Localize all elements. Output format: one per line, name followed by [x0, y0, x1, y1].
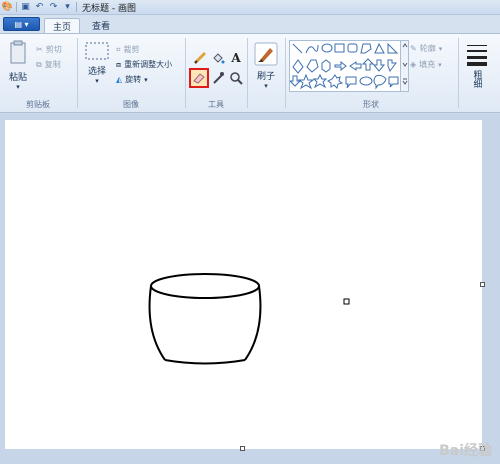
cut-label: 剪切: [45, 45, 62, 54]
fill-icon: ◈: [410, 60, 417, 69]
shapes-gallery-grid: [288, 42, 399, 90]
clipboard-group: 粘贴 ▾ ✂ 剪切 ⧉ 复制 剪贴板: [0, 36, 76, 112]
chevron-down-icon: ▾: [95, 77, 99, 85]
shapes-group-label: 形状: [363, 100, 379, 109]
tab-view[interactable]: 查看: [84, 18, 118, 33]
crop-label: 裁剪: [123, 45, 140, 54]
tools-group: A 工具: [186, 36, 246, 112]
watermark-logo: Bai经验: [439, 443, 492, 459]
separator: [458, 38, 459, 108]
text-tool-icon[interactable]: A: [228, 50, 244, 66]
shapes-gallery[interactable]: [288, 40, 401, 92]
rotate-icon: ◭: [116, 75, 123, 84]
canvas-resize-handle-right[interactable]: [480, 282, 485, 287]
chevron-down-icon: ▾: [438, 44, 443, 53]
drawn-bowl: [148, 273, 350, 365]
line-thickness-icon: [467, 45, 487, 66]
ribbon: 粘贴 ▾ ✂ 剪切 ⧉ 复制 剪贴板 选择 ▾ ⌗ 裁剪 ⧈ 重新调整大小 ◭ …: [0, 33, 500, 113]
resize-label: 重新调整大小: [124, 60, 173, 69]
select-button[interactable]: 选择 ▾: [82, 42, 112, 85]
copy-label: 复制: [44, 60, 61, 69]
window-title: 无标题 - 画图: [82, 3, 136, 14]
drawing-canvas[interactable]: [5, 120, 482, 449]
paste-icon: [10, 40, 26, 64]
resize-button[interactable]: ⧈ 重新调整大小: [116, 59, 172, 70]
file-menu-button[interactable]: ▤ ▾: [3, 17, 40, 31]
brushes-group: 刷子 ▾: [248, 36, 284, 112]
outline-label: 轮廓: [419, 44, 436, 53]
fill-bucket-icon[interactable]: [210, 50, 226, 66]
redo-icon[interactable]: ↷: [48, 2, 59, 13]
clipboard-group-label: 剪贴板: [26, 100, 50, 109]
fill-label: 填充: [419, 60, 436, 69]
separator: [76, 2, 77, 12]
cut-button[interactable]: ✂ 剪切: [36, 44, 62, 55]
title-bar: 🎨 ▣ ↶ ↷ ▾ 无标题 - 画图: [0, 0, 500, 15]
tools-group-label: 工具: [208, 100, 224, 109]
outline-icon: ✎: [410, 44, 417, 53]
chevron-down-icon: ▾: [438, 60, 442, 69]
customize-quick-access-icon[interactable]: ▾: [62, 2, 73, 13]
app-icon[interactable]: 🎨: [2, 2, 13, 13]
paste-button[interactable]: 粘贴 ▾: [6, 40, 30, 91]
crop-icon: ⌗: [116, 44, 121, 54]
magnifier-icon[interactable]: [228, 70, 244, 86]
eraser-icon[interactable]: [189, 68, 209, 88]
save-icon[interactable]: ▣: [20, 2, 31, 13]
image-group-label: 图像: [123, 100, 139, 109]
select-label: 选择: [87, 67, 106, 77]
color-picker-icon[interactable]: [210, 70, 226, 86]
rotate-label: 旋转: [125, 75, 142, 84]
image-group: 选择 ▾ ⌗ 裁剪 ⧈ 重新调整大小 ◭ 旋转 ▾ 图像: [78, 36, 184, 112]
canvas-resize-handle-bottom[interactable]: [240, 446, 245, 451]
rotate-button[interactable]: ◭ 旋转 ▾: [116, 74, 148, 85]
pencil-icon[interactable]: [192, 50, 208, 66]
size-button[interactable]: 粗细: [462, 42, 492, 88]
size-label: 粗细: [471, 70, 482, 88]
chevron-down-icon: ▾: [16, 83, 20, 91]
copy-icon: ⧉: [36, 59, 42, 69]
brushes-label: 刷子: [256, 72, 275, 82]
tab-home[interactable]: 主页: [44, 18, 81, 33]
ribbon-tabs: ▤ ▾ 主页 查看: [0, 15, 500, 33]
crop-button[interactable]: ⌗ 裁剪: [116, 44, 140, 55]
separator: [16, 2, 17, 12]
undo-icon[interactable]: ↶: [34, 2, 45, 13]
paste-label: 粘贴: [8, 73, 27, 83]
outline-button[interactable]: ✎ 轮廓 ▾: [410, 43, 442, 54]
brush-icon: [254, 42, 278, 66]
resize-icon: ⧈: [116, 59, 122, 69]
chevron-down-icon: ▾: [264, 82, 268, 90]
fill-button[interactable]: ◈ 填充 ▾: [410, 59, 442, 70]
brushes-button[interactable]: 刷子 ▾: [253, 42, 279, 90]
copy-button[interactable]: ⧉ 复制: [36, 59, 61, 70]
gallery-scrollbar[interactable]: [401, 40, 409, 92]
scissors-icon: ✂: [36, 45, 43, 54]
chevron-down-icon: ▾: [144, 75, 148, 84]
select-rectangle-icon: [85, 42, 109, 60]
